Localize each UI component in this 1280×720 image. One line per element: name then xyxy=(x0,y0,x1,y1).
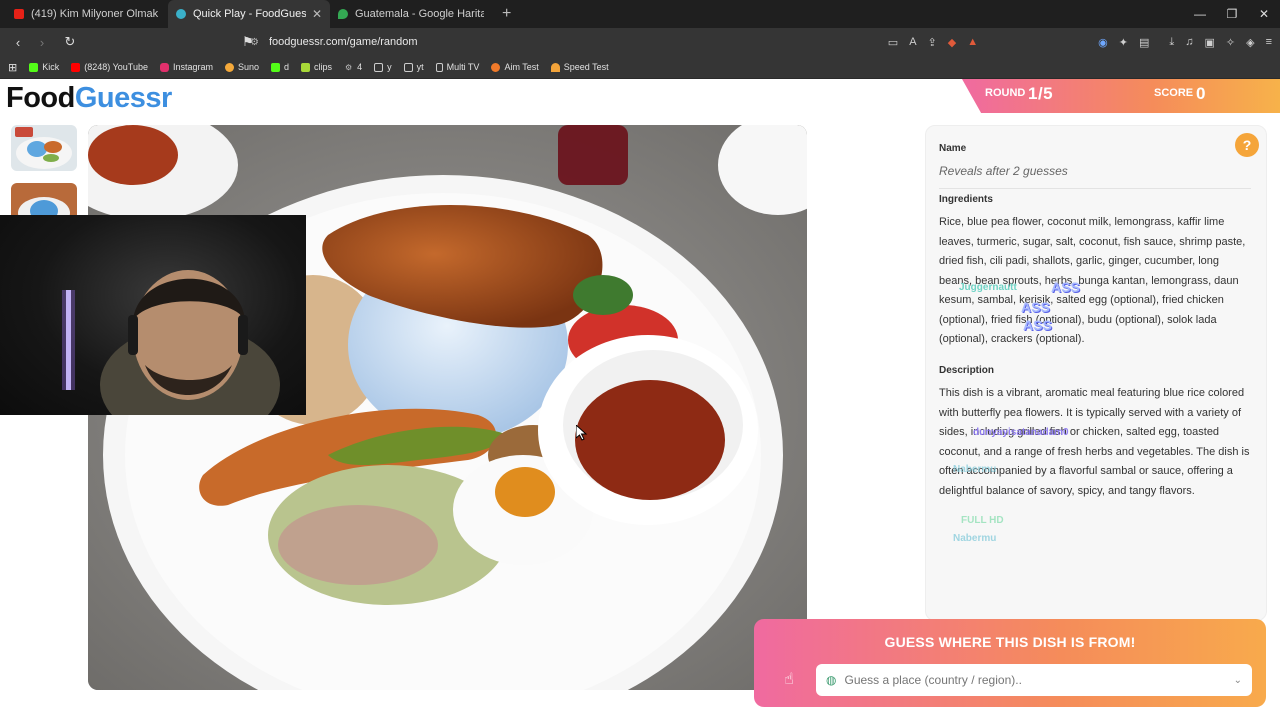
url-field[interactable]: ⚙ foodguessr.com/game/random xyxy=(250,32,980,52)
globe-icon: ◍ xyxy=(826,673,837,687)
address-bar-row: ‹ › ↻ ⚑ ⚙ foodguessr.com/game/random ▭ A… xyxy=(0,28,1280,56)
clips-icon xyxy=(301,62,311,72)
foodguessr-page: FoodGuessr ROUND 1/5 SCORE 0 ? Name Reve… xyxy=(0,79,1280,720)
bookmark-item[interactable]: Aim Test xyxy=(491,62,539,72)
foodguessr-logo[interactable]: FoodGuessr xyxy=(6,82,172,115)
name-label: Name xyxy=(939,143,967,154)
back-arrow-icon[interactable]: ‹ xyxy=(8,35,28,50)
vpn-icon[interactable]: ◈ xyxy=(1246,36,1254,49)
name-reveal-hint: Reveals after 2 guesses xyxy=(939,164,1068,178)
logo-guessr-text: Guessr xyxy=(74,82,172,114)
bookmark-item[interactable]: d xyxy=(271,62,289,72)
share-icon[interactable]: ⇪ xyxy=(928,36,937,49)
bookmark-item[interactable]: (8248) YouTube xyxy=(71,62,148,72)
url-text: foodguessr.com/game/random xyxy=(268,36,418,48)
kick-icon xyxy=(29,62,39,72)
guess-panel: GUESS WHERE THIS DISH IS FROM! ☝ ◍ ⌄ xyxy=(754,619,1266,707)
maximize-icon[interactable]: ❐ xyxy=(1216,0,1248,28)
tab-title: Quick Play - FoodGuessr | FoodG xyxy=(193,8,306,20)
sidebar-icon[interactable]: ▤ xyxy=(1139,36,1149,49)
help-question-icon[interactable]: ? xyxy=(1235,133,1259,157)
folder-icon xyxy=(403,62,413,72)
bookmark-item[interactable]: Suno xyxy=(225,62,259,72)
divider xyxy=(939,188,1251,189)
tab-title: (419) Kim Milyoner Olmak İster? 120 xyxy=(31,8,160,20)
close-tab-icon[interactable]: ✕ xyxy=(312,7,322,21)
minimize-icon[interactable]: — xyxy=(1184,0,1216,28)
audio-icon[interactable]: ◉ xyxy=(1098,36,1108,49)
puzzle-icon[interactable]: ✧ xyxy=(1226,36,1235,49)
food-thumbnail-image xyxy=(11,125,77,171)
bookmark-folder[interactable]: yt xyxy=(403,62,424,72)
download-icon[interactable]: ⤓ xyxy=(1169,36,1174,49)
guess-location-select[interactable]: ◍ ⌄ xyxy=(816,664,1252,696)
browser-tab[interactable]: (419) Kim Milyoner Olmak İster? 120 xyxy=(6,0,168,28)
hand-pointer-icon[interactable]: ☝ xyxy=(768,665,810,695)
bookmark-item[interactable]: Instagram xyxy=(159,62,213,72)
maps-pin-icon xyxy=(338,9,348,19)
instagram-icon xyxy=(159,62,169,72)
translate-icon[interactable]: A xyxy=(909,36,916,48)
score-value: 0 xyxy=(1196,84,1206,103)
streamer-webcam xyxy=(0,215,306,415)
site-info-icon[interactable]: ⚙ xyxy=(250,37,259,48)
page-icon xyxy=(435,62,443,72)
wallet-icon[interactable]: ▣ xyxy=(1204,36,1214,49)
bookmarks-bar: ⊞ Kick (8248) YouTube Instagram Suno d c… xyxy=(0,56,1280,79)
bookmark-item[interactable]: Speed Test xyxy=(550,62,609,72)
guess-title: GUESS WHERE THIS DISH IS FROM! xyxy=(884,634,1136,650)
bookmark-folder[interactable]: y xyxy=(374,62,392,72)
browser-tab[interactable]: Guatemala - Google Haritalar xyxy=(330,0,492,28)
brave-shield-icon[interactable]: ◆ xyxy=(948,36,956,49)
tab-title: Guatemala - Google Haritalar xyxy=(355,8,484,20)
folder-icon xyxy=(374,62,384,72)
dish-info-panel: ? Name Reveals after 2 guesses Ingredien… xyxy=(925,125,1267,621)
kick-icon xyxy=(271,62,281,72)
window-controls: — ❐ ✕ xyxy=(1184,0,1280,28)
browser-tab-active[interactable]: Quick Play - FoodGuessr | FoodG ✕ xyxy=(168,0,330,28)
score-label: SCORE xyxy=(1154,87,1194,99)
extensions-icon[interactable]: ✦ xyxy=(1119,36,1128,49)
cast-icon[interactable]: ▭ xyxy=(888,36,898,49)
apps-grid-icon[interactable]: ⊞ xyxy=(8,61,17,74)
music-icon[interactable]: ♫ xyxy=(1185,36,1193,48)
description-text: This dish is a vibrant, aromatic meal fe… xyxy=(939,387,1250,497)
suno-icon xyxy=(225,62,234,72)
rewards-icon[interactable]: ▲ xyxy=(967,36,978,48)
ingredients-text: Rice, blue pea flower, coconut milk, lem… xyxy=(939,216,1246,345)
youtube-icon xyxy=(71,62,81,72)
menu-icon[interactable]: ≡ xyxy=(1266,36,1272,48)
bookmark-item[interactable]: Kick xyxy=(29,62,59,72)
webcam-image xyxy=(62,270,280,415)
fox-icon xyxy=(491,62,501,72)
bookmark-item[interactable]: Multi TV xyxy=(435,62,479,72)
round-score-bar: ROUND 1/5 SCORE 0 xyxy=(962,79,1280,113)
round-label: ROUND xyxy=(985,87,1026,99)
chevron-down-icon[interactable]: ⌄ xyxy=(1234,675,1242,686)
foodguessr-favicon-icon xyxy=(176,9,186,19)
youtube-icon xyxy=(14,9,24,19)
gear-icon: ⚙ xyxy=(344,62,353,72)
description-label: Description xyxy=(939,365,995,376)
round-value: 1/5 xyxy=(1028,84,1054,103)
bookmark-item[interactable]: ⚙ 4 xyxy=(344,62,362,72)
food-thumbnail-1[interactable] xyxy=(11,125,77,171)
guess-input[interactable] xyxy=(842,672,1234,688)
cursor-arrow xyxy=(575,423,588,441)
speed-icon xyxy=(550,62,560,72)
toolbar-icons: ▭ A ⇪ ◆ ▲ ◉ ✦ ▤ ⤓ ♫ ▣ ✧ ◈ ≡ xyxy=(877,28,1272,56)
close-window-icon[interactable]: ✕ xyxy=(1248,0,1280,28)
ingredients-label: Ingredients xyxy=(939,194,993,205)
forward-arrow-icon[interactable]: › xyxy=(32,35,52,50)
browser-tab-bar: (419) Kim Milyoner Olmak İster? 120 Quic… xyxy=(0,0,1280,28)
logo-food-text: Food xyxy=(6,82,75,114)
reload-icon[interactable]: ↻ xyxy=(60,34,80,50)
new-tab-plus-icon[interactable]: + xyxy=(502,5,511,23)
bookmark-item[interactable]: clips xyxy=(301,62,332,72)
